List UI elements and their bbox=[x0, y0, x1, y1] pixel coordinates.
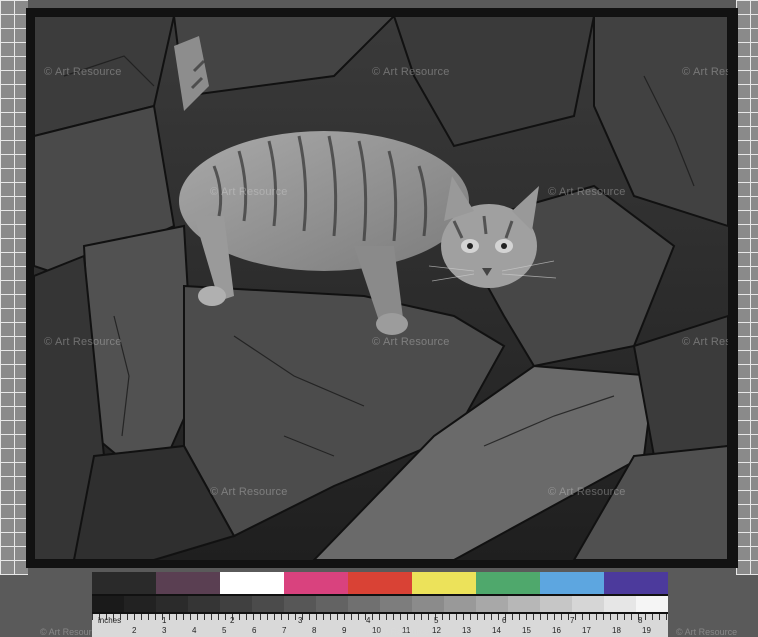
gray-step bbox=[220, 596, 252, 612]
color-swatch bbox=[412, 572, 476, 594]
ruler-cm-mark: 9 bbox=[342, 626, 347, 635]
gray-step bbox=[284, 596, 316, 612]
gray-step bbox=[636, 596, 668, 612]
gray-step bbox=[412, 596, 444, 612]
gray-step bbox=[540, 596, 572, 612]
watermark: © Art Resource bbox=[548, 186, 626, 198]
ruler-cm-mark: 6 bbox=[252, 626, 257, 635]
ruler-inch-mark: 3 bbox=[298, 616, 303, 625]
ruler-inch-mark: 1 bbox=[162, 616, 167, 625]
ruler-inch-mark: 7 bbox=[570, 616, 575, 625]
ruler-inch-mark: 2 bbox=[230, 616, 235, 625]
color-swatch bbox=[540, 572, 604, 594]
ruler-cm-mark: 17 bbox=[582, 626, 591, 635]
ruler-inch-mark: 8 bbox=[638, 616, 643, 625]
ruler-cm-mark: 3 bbox=[162, 626, 167, 635]
ruler-inch-mark: 5 bbox=[434, 616, 439, 625]
color-swatches bbox=[92, 572, 668, 594]
watermark: © Art Resource bbox=[40, 627, 102, 637]
watermark: © Art Resource bbox=[372, 66, 450, 78]
color-swatch bbox=[156, 572, 220, 594]
watermark: © Art Resource bbox=[372, 336, 450, 348]
watermark: © Art Resource bbox=[682, 66, 728, 78]
ruler-cm-mark: 19 bbox=[642, 626, 651, 635]
watermark: © Art Resource bbox=[548, 486, 626, 498]
gray-step bbox=[156, 596, 188, 612]
gray-step bbox=[604, 596, 636, 612]
gray-step bbox=[252, 596, 284, 612]
ruler-cm-mark: 8 bbox=[312, 626, 317, 635]
ruler-cm-mark: 2 bbox=[132, 626, 137, 635]
photo-print: © Art Resource © Art Resource © Art Reso… bbox=[26, 8, 738, 568]
cat-photograph: © Art Resource © Art Resource © Art Reso… bbox=[34, 16, 728, 560]
ruler-inch-mark: 6 bbox=[502, 616, 507, 625]
gray-step bbox=[316, 596, 348, 612]
gray-step bbox=[508, 596, 540, 612]
watermark: © Art Resource bbox=[368, 627, 430, 637]
ruler-cm-mark: 4 bbox=[192, 626, 197, 635]
watermark: © Art Resource bbox=[676, 627, 738, 637]
ruler-cm-mark: 16 bbox=[552, 626, 561, 635]
color-swatch bbox=[348, 572, 412, 594]
ruler-cm-mark: 12 bbox=[432, 626, 441, 635]
watermark: © Art Resource bbox=[682, 336, 728, 348]
ruler-cm-mark: 18 bbox=[612, 626, 621, 635]
ruler-cm-mark: 7 bbox=[282, 626, 287, 635]
color-swatch bbox=[92, 572, 156, 594]
gray-step bbox=[124, 596, 156, 612]
ruler-unit-label: inches bbox=[98, 616, 122, 625]
ruler-cm-mark: 15 bbox=[522, 626, 531, 635]
ruler-cm-mark: 5 bbox=[222, 626, 227, 635]
watermark: © Art Resource bbox=[44, 336, 122, 348]
gray-step bbox=[476, 596, 508, 612]
watermark: © Art Resource bbox=[210, 486, 288, 498]
calibration-grid-right bbox=[736, 0, 758, 575]
color-swatch bbox=[284, 572, 348, 594]
gray-step bbox=[348, 596, 380, 612]
gray-step bbox=[572, 596, 604, 612]
grayscale-steps bbox=[92, 596, 668, 612]
cat-on-bark-image bbox=[34, 16, 728, 560]
ruler-cm-mark: 13 bbox=[462, 626, 471, 635]
color-swatch bbox=[220, 572, 284, 594]
color-swatch bbox=[604, 572, 668, 594]
gray-step bbox=[188, 596, 220, 612]
gray-step bbox=[92, 596, 124, 612]
gray-step bbox=[444, 596, 476, 612]
calibration-grid-left bbox=[0, 0, 28, 575]
color-swatch bbox=[476, 572, 540, 594]
gray-step bbox=[380, 596, 412, 612]
watermark: © Art Resource bbox=[44, 66, 122, 78]
ruler-inch-mark: 4 bbox=[366, 616, 371, 625]
watermark: © Art Resource bbox=[210, 186, 288, 198]
ruler-cm-mark: 14 bbox=[492, 626, 501, 635]
